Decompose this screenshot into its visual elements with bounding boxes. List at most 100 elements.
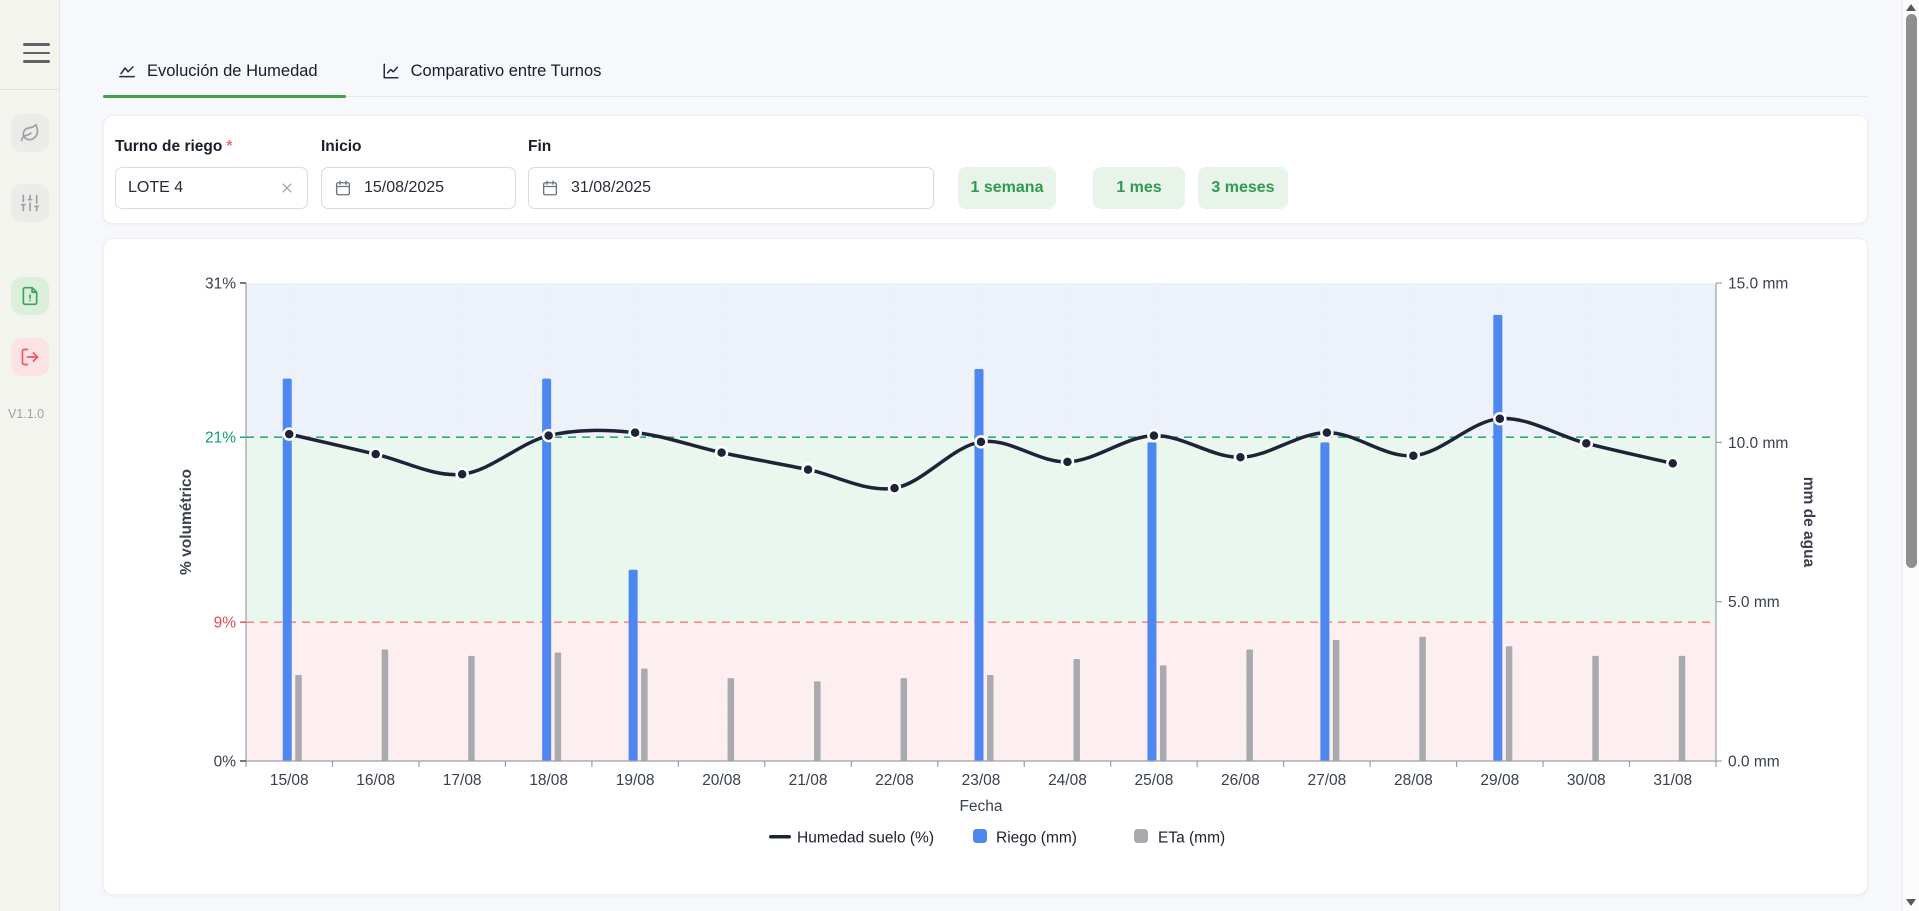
legend-square-swatch — [1134, 829, 1148, 843]
x-axis-tick-label: 16/08 — [356, 772, 395, 789]
x-axis-title: Fecha — [959, 798, 1002, 815]
data-point — [630, 427, 641, 438]
scroll-down-arrow[interactable] — [1906, 899, 1916, 906]
eta-bar — [1160, 665, 1167, 761]
data-point — [976, 436, 987, 447]
legend-label: Riego (mm) — [996, 830, 1077, 847]
eta-bar — [1506, 646, 1513, 761]
chart-card: 31%21%9%0%15.0 mm10.0 mm5.0 mm0.0 mm15/0… — [103, 238, 1868, 895]
start-date-input[interactable]: 15/08/2025 — [321, 167, 516, 209]
tab-evolucion-humedad[interactable]: Evolución de Humedad — [103, 46, 346, 96]
turno-value: LOTE 4 — [128, 179, 183, 197]
line-chart-icon — [382, 62, 400, 80]
tab-comparativo-turnos[interactable]: Comparativo entre Turnos — [367, 46, 630, 96]
eta-bar — [1246, 649, 1253, 761]
legend-label: ETa (mm) — [1158, 830, 1225, 847]
eta-bar — [295, 675, 302, 761]
tab-label: Evolución de Humedad — [147, 62, 318, 81]
x-axis-tick-label: 27/08 — [1307, 772, 1346, 789]
x-axis-tick-label: 24/08 — [1048, 772, 1087, 789]
riego-bar — [1320, 442, 1329, 761]
end-date-value: 31/08/2025 — [571, 179, 651, 197]
eta-bar — [1592, 656, 1599, 761]
riego-bar — [1493, 315, 1502, 761]
data-point — [1148, 430, 1159, 441]
data-point — [1408, 450, 1419, 461]
left-axis-tick-label: 0% — [214, 754, 237, 771]
logout-button[interactable] — [11, 338, 49, 376]
riego-bar — [1147, 442, 1156, 761]
right-axis-tick-label: 0.0 mm — [1728, 754, 1780, 771]
data-point — [457, 469, 468, 480]
eta-bar — [641, 669, 648, 761]
legend-line-swatch — [769, 835, 791, 839]
data-point — [716, 447, 727, 458]
eta-bar — [468, 656, 475, 761]
data-point — [1321, 427, 1332, 438]
scrollbar-thumb[interactable] — [1906, 14, 1917, 568]
range-3-months-button[interactable]: 3 meses — [1198, 167, 1288, 209]
hamburger-line — [23, 52, 50, 55]
range-1-week-button[interactable]: 1 semana — [958, 167, 1056, 209]
required-asterisk: * — [226, 138, 232, 155]
legend-label: Humedad suelo (%) — [797, 830, 934, 847]
turno-label-text: Turno de riego — [115, 138, 222, 155]
eta-bar — [1333, 640, 1340, 761]
data-point — [1667, 458, 1678, 469]
data-point — [1494, 413, 1505, 424]
riego-bar — [975, 369, 984, 761]
legend-item-1[interactable]: Humedad suelo (%) — [769, 830, 934, 847]
x-axis-tick-label: 28/08 — [1394, 772, 1433, 789]
riego-bar — [629, 570, 638, 761]
right-axis-tick-label: 5.0 mm — [1728, 594, 1780, 611]
x-axis-tick-label: 22/08 — [875, 772, 914, 789]
legend-item-3[interactable]: ETa (mm) — [1134, 829, 1225, 847]
humidity-evolution-chart: 31%21%9%0%15.0 mm10.0 mm5.0 mm0.0 mm15/0… — [104, 239, 1869, 896]
left-axis-tick-label: 21% — [205, 430, 236, 447]
eta-bar — [1073, 659, 1080, 761]
logout-icon — [20, 347, 40, 367]
x-axis-tick-label: 21/08 — [789, 772, 828, 789]
x-axis-tick-label: 19/08 — [616, 772, 655, 789]
menu-toggle-button[interactable] — [23, 43, 50, 63]
filter-card: Turno de riego* LOTE 4 Inicio 15/08/2025… — [103, 115, 1868, 224]
nav-crops-button[interactable] — [11, 114, 49, 152]
left-axis-tick-label: 9% — [214, 615, 237, 632]
sliders-icon — [20, 193, 40, 213]
sidebar: V1.1.0 — [0, 0, 60, 911]
fin-label-text: Fin — [528, 138, 551, 155]
data-point — [1235, 452, 1246, 463]
legend-square-swatch — [973, 829, 987, 843]
eta-bar — [555, 653, 562, 761]
app-version: V1.1.0 — [8, 407, 44, 421]
eta-bar — [987, 675, 994, 761]
vertical-scrollbar[interactable] — [1902, 0, 1919, 911]
legend-item-2[interactable]: Riego (mm) — [973, 829, 1077, 847]
x-axis-tick-label: 23/08 — [962, 772, 1001, 789]
right-axis-title: mm de agua — [1800, 477, 1817, 568]
nav-reports-button[interactable] — [11, 277, 49, 315]
scroll-up-arrow[interactable] — [1906, 4, 1916, 11]
tab-label: Comparativo entre Turnos — [411, 62, 602, 81]
data-point — [803, 464, 814, 475]
turno-select[interactable]: LOTE 4 — [115, 167, 308, 209]
data-point — [543, 430, 554, 441]
nav-settings-button[interactable] — [11, 184, 49, 222]
eta-bar — [382, 649, 389, 761]
data-point — [889, 483, 900, 494]
eta-bar — [728, 678, 735, 761]
end-date-input[interactable]: 31/08/2025 — [528, 167, 934, 209]
range-1-month-button[interactable]: 1 mes — [1093, 167, 1185, 209]
sidebar-divider — [0, 89, 59, 90]
leaf-icon — [20, 123, 40, 143]
turno-label: Turno de riego* — [115, 138, 232, 156]
clear-icon[interactable] — [279, 180, 295, 196]
fin-label: Fin — [528, 138, 551, 156]
data-point — [1062, 456, 1073, 467]
right-axis-tick-label: 10.0 mm — [1728, 435, 1788, 452]
data-point — [1581, 438, 1592, 449]
hamburger-line — [23, 60, 50, 63]
left-axis-title: % volumétrico — [178, 469, 195, 575]
eta-bar — [814, 681, 821, 761]
inicio-label: Inicio — [321, 138, 361, 156]
